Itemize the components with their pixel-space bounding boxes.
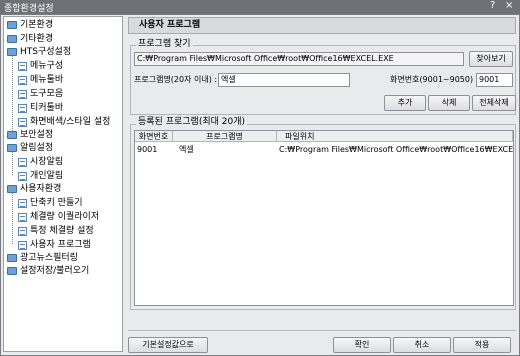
folder-icon [7,21,17,29]
tree-item-alerts[interactable]: 알림설정 [7,142,53,154]
tree-item-save-load[interactable]: 설정저장/불러오기 [7,265,89,277]
tree-item-equalizer[interactable]: 체결량 이퀄라이저 [18,211,99,223]
page-icon [18,241,27,250]
tree-item-other-env[interactable]: 기타환경 [7,33,53,45]
window-title-bar: 종합환경설정 ? × [0,0,520,14]
ok-button[interactable]: 확인 [333,337,391,353]
add-button[interactable]: 추가 [384,95,426,111]
close-icon[interactable]: × [505,0,513,11]
program-path-field[interactable]: C:₩Program Files₩Microsoft Office₩root₩O… [134,52,464,66]
tree-item-security[interactable]: 보안설정 [7,129,53,141]
settings-tree[interactable]: 기본환경 기타환경 HTS구성설정 메뉴구성 메뉴툴바 도구모음 티커툴바 화면… [3,16,123,352]
page-icon [18,227,27,236]
program-name-label: 프로그램명(20자 이내) : [134,75,218,84]
tree-item-user-program[interactable]: 사용자 프로그램 [18,239,91,251]
page-title: 사용자 프로그램 [128,17,516,34]
page-icon [18,172,27,181]
tree-item-shortcut[interactable]: 단축키 만들기 [18,197,83,209]
delete-button[interactable]: 삭제 [428,95,470,111]
tree-item-news-filter[interactable]: 광고뉴스필터링 [7,252,78,264]
tree-item-ticker-toolbar[interactable]: 티커툴바 [18,102,63,114]
page-icon [18,62,27,71]
tree-item-menu-config[interactable]: 메뉴구성 [18,60,63,72]
row-screen-cell: 9001 [137,145,158,154]
page-icon [18,118,27,127]
folder-icon [7,254,17,262]
tree-item-basic-env[interactable]: 기본환경 [7,19,53,31]
page-icon [18,199,27,208]
tree-item-user-env[interactable]: 사용자환경 [7,183,61,195]
column-header-screen[interactable]: 화면번호 [135,131,173,142]
tree-item-hts-config[interactable]: HTS구성설정 [7,46,71,58]
find-program-legend: 프로그램 찾기 [136,39,193,50]
page-icon [18,158,27,167]
tree-item-market-alert[interactable]: 시장알림 [18,156,63,168]
apply-button[interactable]: 적용 [453,337,511,353]
folder-icon [7,131,17,139]
folder-icon [7,185,17,193]
column-header-name[interactable]: 프로그램명 [173,131,277,142]
window-title: 종합환경설정 [4,4,54,14]
program-name-field[interactable]: 엑셀 [218,73,350,87]
footer-divider [128,330,516,331]
reset-defaults-button[interactable]: 기본설정값으로 [128,337,208,353]
page-icon [18,213,27,222]
row-path-cell: C:₩Program Files₩Microsoft Office₩root₩O… [279,145,513,154]
tree-item-menu-toolbar[interactable]: 메뉴툴바 [18,74,63,86]
page-icon [18,104,27,113]
delete-all-button[interactable]: 전체삭제 [472,95,516,111]
screen-number-field[interactable]: 9001 [476,73,513,87]
column-header-path[interactable]: 파일위치 [277,131,513,142]
folder-icon [7,35,17,43]
folder-icon [7,144,17,152]
tree-item-toolbox[interactable]: 도구모음 [18,88,63,100]
screen-number-label: 화면번호(9001~9050) : [390,75,479,84]
page-icon [18,76,27,85]
registered-programs-legend: 등록된 프로그램(최대 20개) [136,117,247,128]
folder-icon [7,48,17,56]
page-icon [18,90,27,99]
help-icon[interactable]: ? [490,0,495,11]
browse-button[interactable]: 찾아보기 [469,51,513,67]
registered-programs-list[interactable]: 화면번호 프로그램명 파일위치 9001 엑셀 C:₩Program Files… [134,130,514,306]
cancel-button[interactable]: 취소 [393,337,451,353]
row-name-cell: 엑셀 [179,145,194,154]
tree-item-screen-style[interactable]: 화면배색/스타일 설정 [18,116,110,128]
folder-icon [7,267,17,275]
tree-item-personal-alert[interactable]: 개인알림 [18,170,63,182]
tree-item-volume-setting[interactable]: 특정 체결량 설정 [18,225,94,237]
